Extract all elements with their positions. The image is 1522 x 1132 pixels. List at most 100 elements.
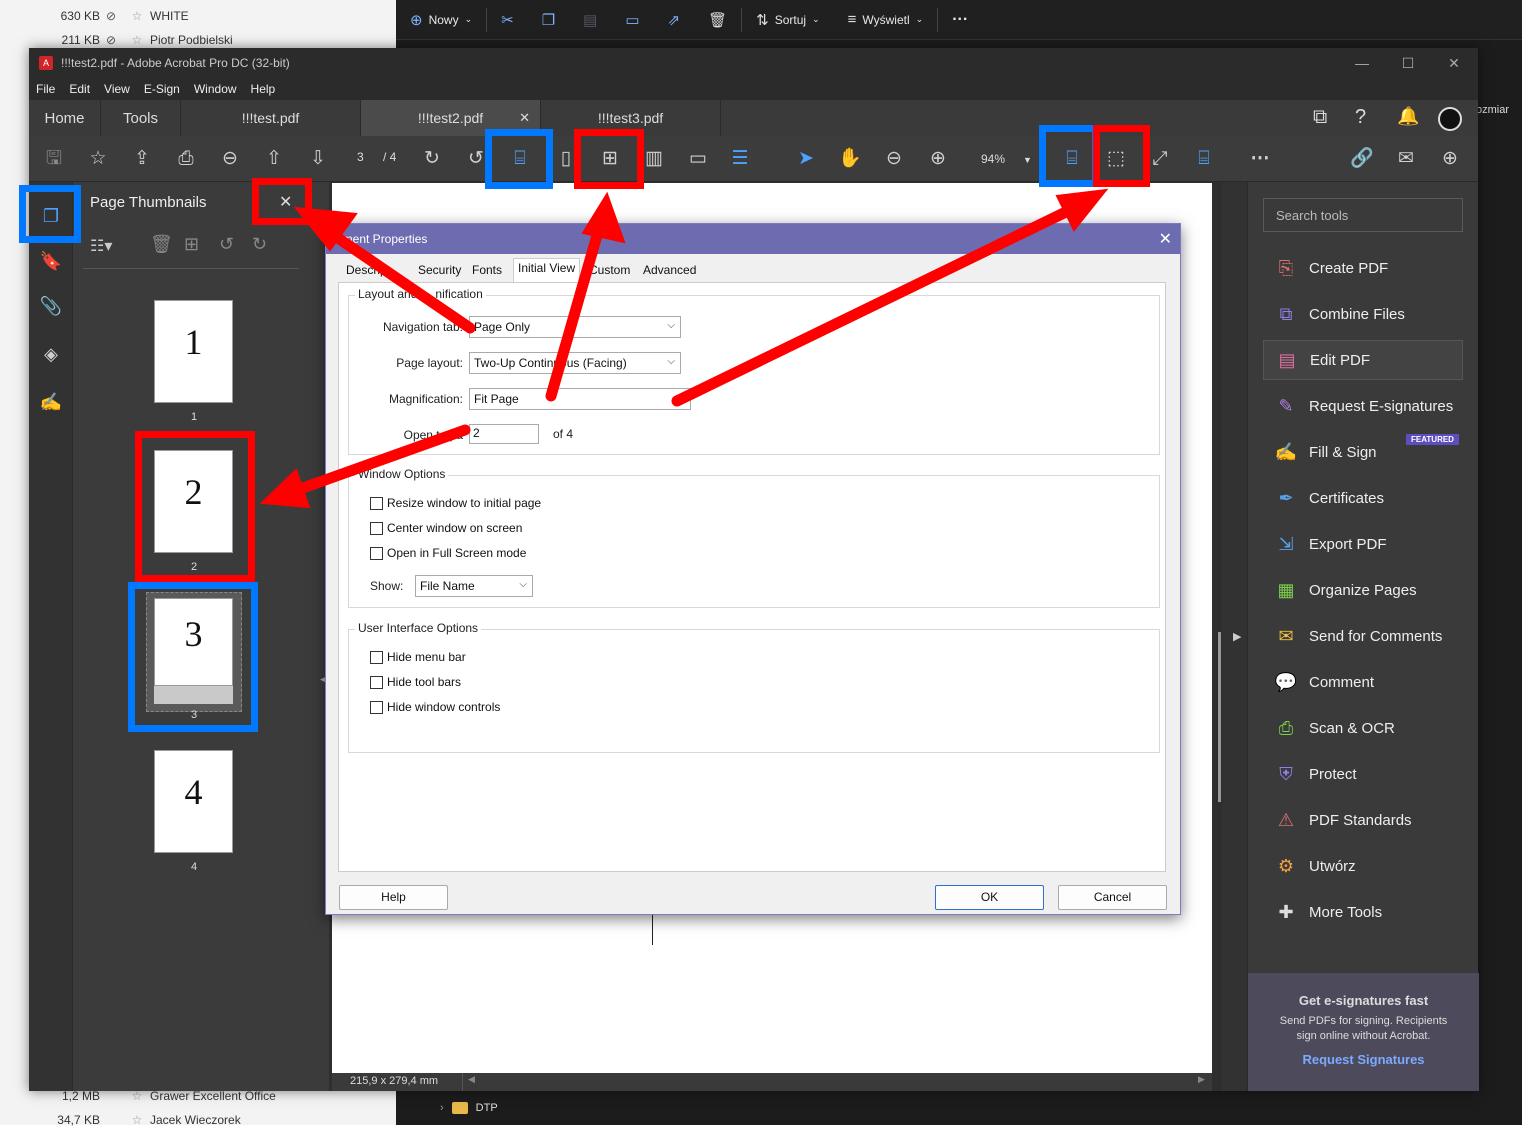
rename-button[interactable]: ▭ (611, 0, 653, 40)
star-icon[interactable]: ☆ (124, 9, 150, 23)
rotate-cw-icon[interactable]: ↻ (419, 146, 445, 172)
tool-item-create-pdf[interactable]: ⎘ Create PDF (1263, 248, 1463, 288)
request-signatures-link[interactable]: Request Signatures (1248, 1052, 1479, 1067)
tab-fonts[interactable]: Fonts (468, 261, 506, 281)
share-screen-icon[interactable]: ⧉ (1313, 106, 1327, 129)
add-user-icon[interactable]: ⊕ (1437, 146, 1463, 172)
next-page-icon[interactable]: ⇩ (305, 146, 331, 172)
help-icon[interactable]: ? (1355, 106, 1366, 129)
tool-item-utw-rz[interactable]: ⚙ Utwórz (1263, 846, 1463, 886)
options-menu-icon[interactable]: ☷▾ (90, 236, 112, 256)
menu-file[interactable]: File (29, 82, 62, 96)
undo-icon[interactable]: ↺ (219, 234, 234, 255)
tab-initial-view[interactable]: Initial View (513, 258, 581, 282)
insert-page-icon[interactable]: ⊞ (184, 234, 199, 255)
explorer-file-row[interactable]: 630 KB ⊘ ☆ WHITE (0, 4, 396, 28)
tool-item-comment[interactable]: 💬 Comment (1263, 662, 1463, 702)
ok-button[interactable]: OK (935, 885, 1044, 910)
copy-button[interactable]: ❐ (528, 0, 569, 40)
more-button[interactable]: ··· (938, 0, 982, 40)
menu-help[interactable]: Help (244, 82, 283, 96)
tool-item-certificates[interactable]: ✒ Certificates (1263, 478, 1463, 518)
menu-view[interactable]: View (97, 82, 137, 96)
share-button[interactable]: ⇗ (654, 0, 695, 40)
star-icon[interactable]: ☆ (124, 33, 150, 47)
reading-mode-icon[interactable]: ☰ (727, 146, 753, 172)
page-number-input[interactable]: 3 (357, 150, 364, 164)
page-thumbnail-4[interactable]: 4 (154, 750, 233, 853)
hide-menu-bar-checkbox[interactable]: Hide menu bar (370, 650, 466, 664)
tab-description[interactable]: Descrip (342, 261, 391, 281)
delete-button[interactable]: 🗑 (694, 0, 741, 40)
zoom-in-icon[interactable]: ⊕ (925, 146, 951, 172)
mail-icon[interactable]: ✉ (1393, 146, 1419, 172)
center-window-checkbox[interactable]: Center window on screen (370, 521, 522, 535)
expand-right-panel-icon[interactable]: ▶ (1233, 630, 1241, 643)
size-column-header[interactable]: ozmiar (1476, 104, 1509, 116)
tab-tools[interactable]: Tools (101, 100, 181, 136)
chevron-right-icon[interactable]: › (440, 1102, 444, 1114)
select-cursor-icon[interactable]: ➤ (793, 146, 819, 172)
new-button[interactable]: ⊕ Nowy ⌄ (396, 0, 486, 40)
page-thumbnail-1[interactable]: 1 (154, 300, 233, 403)
tool-item-edit-pdf[interactable]: ▤ Edit PDF (1263, 340, 1463, 380)
tab-security[interactable]: Security (414, 261, 465, 281)
page-layout-select[interactable]: Two-Up Continuous (Facing) ⌵ (469, 352, 681, 374)
signature-icon[interactable]: ✍ (37, 388, 65, 416)
open-to-page-input[interactable]: 2 (469, 424, 539, 444)
close-window-icon[interactable]: ✕ (1431, 48, 1477, 78)
star-icon[interactable]: ☆ (124, 1089, 150, 1103)
tab-advanced[interactable]: Advanced (639, 261, 700, 281)
zoom-search-icon[interactable]: ⊖ (217, 146, 243, 172)
two-page-view-icon[interactable]: ▥ (641, 146, 667, 172)
zoom-out-icon[interactable]: ⊖ (881, 146, 907, 172)
more-options-icon[interactable]: ⋯ (1247, 146, 1273, 172)
explorer-folder-row[interactable]: › DTP (440, 1102, 498, 1114)
tab-document[interactable]: !!!test.pdf (181, 100, 361, 136)
scroll-right-icon[interactable]: ▶ (1198, 1074, 1205, 1085)
star-icon[interactable]: ☆ (85, 146, 111, 172)
navigation-tab-select[interactable]: Page Only ⌵ (469, 316, 681, 338)
tool-item-combine-files[interactable]: ⧉ Combine Files (1263, 294, 1463, 334)
hide-window-controls-checkbox[interactable]: Hide window controls (370, 700, 500, 714)
tool-item-more-tools[interactable]: ✚ More Tools (1263, 892, 1463, 932)
cut-button[interactable]: ✂ (487, 0, 528, 40)
resize-window-checkbox[interactable]: Resize window to initial page (370, 496, 541, 510)
tab-custom[interactable]: Custom (585, 261, 634, 281)
page-display-icon[interactable]: ⌸ (1191, 146, 1217, 172)
cancel-button[interactable]: Cancel (1058, 885, 1167, 910)
maximize-icon[interactable]: ☐ (1385, 48, 1431, 78)
tool-item-pdf-standards[interactable]: ⚠ PDF Standards (1263, 800, 1463, 840)
avatar[interactable] (1438, 107, 1462, 131)
tool-item-scan-ocr[interactable]: ⎙ Scan & OCR (1263, 708, 1463, 748)
help-button[interactable]: Help (339, 885, 448, 910)
full-screen-icon[interactable]: ⤢ (1147, 146, 1173, 172)
explorer-file-row[interactable]: 34,7 KB ☆ Jacek Wieczorek (0, 1108, 396, 1132)
bell-icon[interactable]: 🔔 (1397, 106, 1419, 127)
print-icon[interactable]: ⎙ (173, 146, 199, 172)
magnification-select[interactable]: Fit Page (469, 388, 691, 410)
menu-edit[interactable]: Edit (62, 82, 97, 96)
save-icon[interactable]: 🖫 (41, 146, 67, 172)
paste-button[interactable]: ▤ (569, 0, 611, 40)
view-button[interactable]: ≡ Wyświetl ⌄ (834, 0, 938, 40)
close-tab-icon[interactable]: ✕ (519, 110, 530, 126)
layers-icon[interactable]: ◈ (37, 340, 65, 368)
redo-icon[interactable]: ↻ (252, 234, 267, 255)
tab-home[interactable]: Home (29, 100, 101, 136)
full-screen-checkbox[interactable]: Open in Full Screen mode (370, 546, 526, 560)
tool-item-send-for-comments[interactable]: ✉ Send for Comments (1263, 616, 1463, 656)
paperclip-icon[interactable]: 📎 (37, 292, 65, 320)
tool-item-protect[interactable]: ⛨ Protect (1263, 754, 1463, 794)
menu-window[interactable]: Window (187, 82, 244, 96)
screen-view-icon[interactable]: ▭ (685, 146, 711, 172)
trash-icon[interactable]: 🗑 (150, 234, 173, 255)
scroll-left-icon[interactable]: ◀ (468, 1074, 475, 1085)
tool-item-organize-pages[interactable]: ▦ Organize Pages (1263, 570, 1463, 610)
sort-button[interactable]: ⇅ Sortuj ⌄ (742, 0, 833, 40)
minimize-icon[interactable]: — (1339, 48, 1385, 78)
tool-item-request-e-signatures[interactable]: ✎ Request E-signatures (1263, 386, 1463, 426)
close-dialog-icon[interactable]: ✕ (1159, 229, 1172, 249)
prev-page-icon[interactable]: ⇧ (261, 146, 287, 172)
scrollbar-thumb[interactable] (1218, 632, 1221, 802)
